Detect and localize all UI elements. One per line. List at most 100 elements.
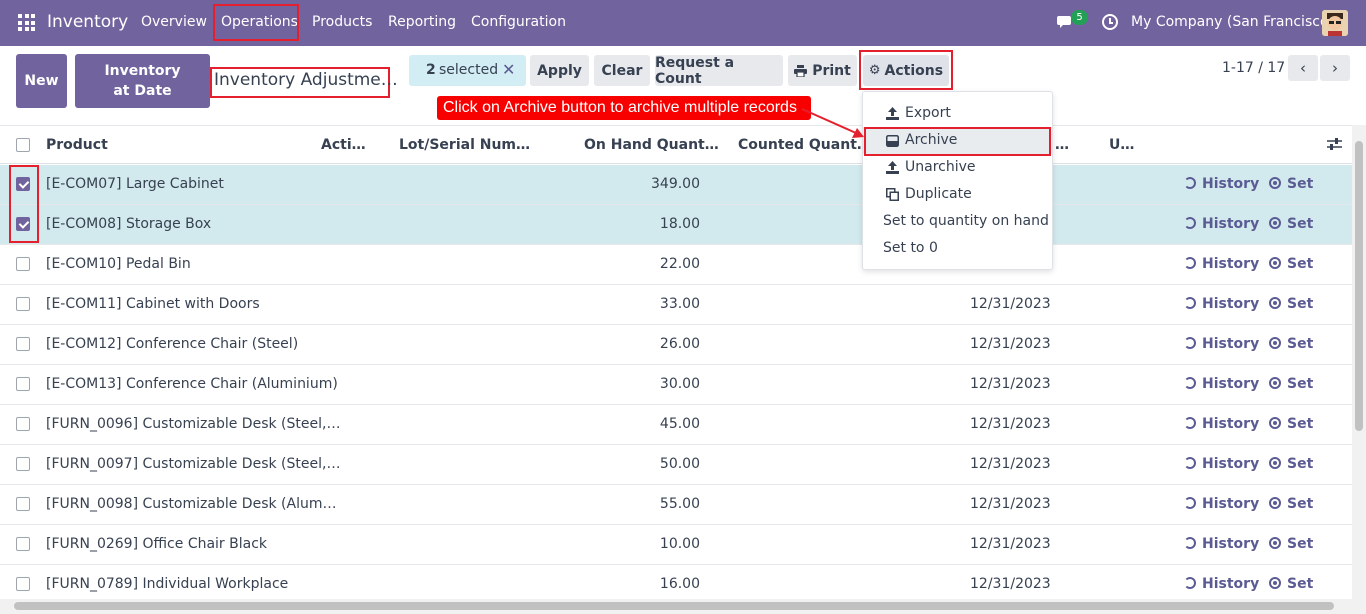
- history-button[interactable]: History: [1184, 176, 1259, 192]
- product-name[interactable]: [E-COM10] Pedal Bin: [46, 256, 191, 272]
- history-label: History: [1202, 216, 1260, 232]
- history-icon: [1184, 497, 1196, 509]
- set-button[interactable]: Set: [1269, 336, 1313, 352]
- history-button[interactable]: History: [1184, 256, 1259, 272]
- table-row[interactable]: [E-COM07] Large Cabinet 349.00 History Set: [0, 165, 1352, 205]
- optional-columns-icon[interactable]: [1327, 137, 1342, 151]
- table-row[interactable]: [FURN_0098] Customizable Desk (Alum… 55.0…: [0, 485, 1352, 525]
- product-name[interactable]: [E-COM08] Storage Box: [46, 216, 211, 232]
- menu-configuration[interactable]: Configuration: [471, 14, 566, 30]
- history-icon: [1184, 457, 1196, 469]
- table-row[interactable]: [E-COM08] Storage Box 18.00 History Set: [0, 205, 1352, 245]
- product-name[interactable]: [FURN_0096] Customizable Desk (Steel,…: [46, 416, 340, 432]
- column-scheduled-date[interactable]: …: [1055, 137, 1069, 153]
- menu-set-to-quantity-on-hand[interactable]: Set to quantity on hand: [863, 208, 1052, 235]
- set-button[interactable]: Set: [1269, 416, 1313, 432]
- row-checkbox[interactable]: [16, 577, 30, 591]
- table-row[interactable]: [E-COM11] Cabinet with Doors 33.00 12/31/2…: [0, 285, 1352, 325]
- menu-reporting[interactable]: Reporting: [388, 14, 456, 30]
- menu-unarchive[interactable]: Unarchive: [863, 154, 1052, 181]
- actions-highlight-box: [859, 50, 953, 90]
- set-button[interactable]: Set: [1269, 576, 1313, 592]
- apps-grid-icon[interactable]: [18, 14, 35, 31]
- menu-set-to-zero[interactable]: Set to 0: [863, 235, 1052, 262]
- on-hand-quantity: 55.00: [659, 496, 700, 512]
- product-name[interactable]: [FURN_0269] Office Chair Black: [46, 536, 267, 552]
- row-checkbox[interactable]: [16, 537, 30, 551]
- row-checkbox[interactable]: [16, 457, 30, 471]
- column-lot-serial[interactable]: Lot/Serial Num…: [399, 137, 530, 153]
- menu-set-to-zero-label: Set to 0: [883, 240, 938, 256]
- row-checkbox[interactable]: [16, 497, 30, 511]
- product-name[interactable]: [E-COM12] Conference Chair (Steel): [46, 336, 298, 352]
- set-button[interactable]: Set: [1269, 456, 1313, 472]
- table-row[interactable]: [FURN_0097] Customizable Desk (Steel,… 50…: [0, 445, 1352, 485]
- history-button[interactable]: History: [1184, 416, 1259, 432]
- print-button[interactable]: Print: [788, 55, 857, 86]
- product-name[interactable]: [E-COM13] Conference Chair (Aluminium): [46, 376, 338, 392]
- inventory-at-date-button[interactable]: Inventory at Date: [75, 54, 210, 108]
- horizontal-scrollbar[interactable]: [0, 599, 1366, 614]
- product-name[interactable]: [FURN_0097] Customizable Desk (Steel,…: [46, 456, 340, 472]
- company-switcher[interactable]: My Company (San Francisco): [1131, 14, 1334, 30]
- activity-clock-icon[interactable]: [1102, 14, 1118, 30]
- clear-button[interactable]: Clear: [594, 55, 650, 86]
- column-actions[interactable]: Acti…: [321, 137, 366, 153]
- set-button[interactable]: Set: [1269, 496, 1313, 512]
- set-button[interactable]: Set: [1269, 376, 1313, 392]
- set-button[interactable]: Set: [1269, 296, 1313, 312]
- new-button[interactable]: New: [16, 54, 67, 108]
- target-icon: [1269, 177, 1281, 189]
- table-row[interactable]: [E-COM13] Conference Chair (Aluminium) 30…: [0, 365, 1352, 405]
- pager-value[interactable]: 1-17 / 17: [1222, 60, 1285, 76]
- on-hand-quantity: 22.00: [659, 256, 700, 272]
- app-brand[interactable]: Inventory: [47, 12, 128, 32]
- history-button[interactable]: History: [1184, 376, 1259, 392]
- row-checkbox[interactable]: [16, 417, 30, 431]
- user-avatar[interactable]: [1322, 10, 1348, 36]
- scheduled-date: 12/31/2023: [970, 416, 1051, 432]
- request-count-button[interactable]: Request a Count: [655, 55, 783, 87]
- table-row[interactable]: [FURN_0096] Customizable Desk (Steel,… 45…: [0, 405, 1352, 445]
- on-hand-quantity: 33.00: [659, 296, 700, 312]
- table-row[interactable]: [FURN_0269] Office Chair Black 10.00 12/31…: [0, 525, 1352, 565]
- history-button[interactable]: History: [1184, 216, 1259, 232]
- scheduled-date: 12/31/2023: [970, 496, 1051, 512]
- vertical-scrollbar[interactable]: [1352, 125, 1366, 599]
- history-button[interactable]: History: [1184, 496, 1259, 512]
- product-name[interactable]: [FURN_0098] Customizable Desk (Alum…: [46, 496, 336, 512]
- row-checkbox[interactable]: [16, 257, 30, 271]
- set-button[interactable]: Set: [1269, 536, 1313, 552]
- menu-duplicate[interactable]: Duplicate: [863, 181, 1052, 208]
- history-button[interactable]: History: [1184, 456, 1259, 472]
- pager-previous-button[interactable]: ‹: [1288, 55, 1318, 81]
- on-hand-quantity: 45.00: [659, 416, 700, 432]
- menu-overview[interactable]: Overview: [141, 14, 207, 30]
- row-checkbox[interactable]: [16, 377, 30, 391]
- pager-next-button[interactable]: ›: [1320, 55, 1350, 81]
- menu-export[interactable]: Export: [863, 100, 1052, 127]
- history-button[interactable]: History: [1184, 576, 1259, 592]
- clear-selection-icon[interactable]: ✕: [502, 60, 515, 79]
- column-user[interactable]: U…: [1109, 137, 1134, 153]
- set-button[interactable]: Set: [1269, 176, 1313, 192]
- column-on-hand[interactable]: On Hand Quant…: [584, 137, 719, 153]
- menu-products[interactable]: Products: [312, 14, 372, 30]
- row-checkbox[interactable]: [16, 297, 30, 311]
- product-name[interactable]: [E-COM07] Large Cabinet: [46, 176, 224, 192]
- product-name[interactable]: [FURN_0789] Individual Workplace: [46, 576, 288, 592]
- history-button[interactable]: History: [1184, 536, 1259, 552]
- apply-button[interactable]: Apply: [530, 55, 589, 86]
- table-row[interactable]: [E-COM10] Pedal Bin 22.00 History Set: [0, 245, 1352, 285]
- set-button[interactable]: Set: [1269, 216, 1313, 232]
- column-product[interactable]: Product: [46, 137, 108, 153]
- history-button[interactable]: History: [1184, 296, 1259, 312]
- table-row[interactable]: [E-COM12] Conference Chair (Steel) 26.00 1…: [0, 325, 1352, 365]
- row-checkbox[interactable]: [16, 337, 30, 351]
- print-label: Print: [812, 62, 851, 79]
- history-button[interactable]: History: [1184, 336, 1259, 352]
- product-name[interactable]: [E-COM11] Cabinet with Doors: [46, 296, 260, 312]
- history-icon: [1184, 537, 1196, 549]
- set-button[interactable]: Set: [1269, 256, 1313, 272]
- select-all-checkbox[interactable]: [16, 138, 30, 152]
